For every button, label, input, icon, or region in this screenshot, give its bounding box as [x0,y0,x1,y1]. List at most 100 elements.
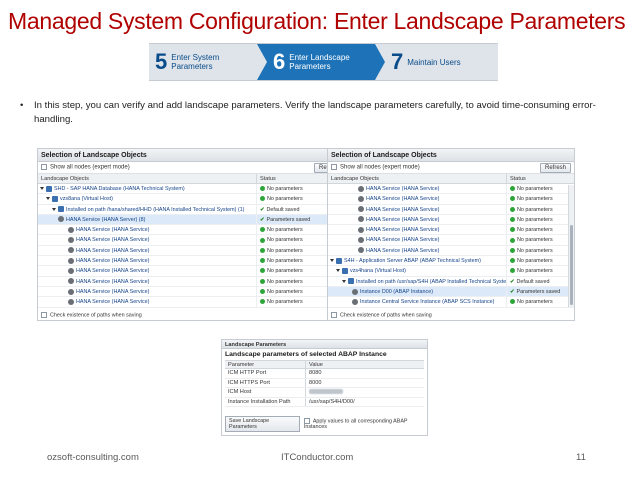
col-landscape-objects: Landscape Objects [41,176,89,182]
param-value[interactable]: 8080 [305,369,321,378]
step-number: 6 [273,49,286,74]
checkbox-icon[interactable] [331,311,337,318]
expand-arrow-icon[interactable] [52,207,56,211]
status-text: No parameters [517,299,553,306]
tree-row[interactable]: Instance Central Service Instance (ABAP … [328,297,574,308]
tree-node-label: HANA Service (HANA Service) [76,299,150,306]
status-dot-icon [510,258,515,264]
tree-node[interactable]: HANA Service (HANA Service) [38,287,256,296]
apply-all-option[interactable]: Apply values to all corresponding ABAP I… [303,417,427,430]
tree-row[interactable]: HANA Service (HANA Service) No parameters [328,184,574,195]
status-cell: ✔ Default saved [256,204,300,214]
tree-row[interactable]: HANA Service (HANA Service) No parameters [328,245,574,257]
tree-row[interactable]: HANA Service (HANA Service) No parameters [38,256,348,267]
tree-node[interactable]: vzs4hana (Virtual Host) [328,266,506,275]
tree-node[interactable]: HANA Service (HANA Service) [38,277,256,286]
expand-arrow-icon[interactable] [342,279,346,283]
tree-row[interactable]: HANA Service (HANA Service) No parameters [328,214,574,226]
tree-node[interactable]: HANA Service (HANA Service) [38,225,256,234]
tree-row[interactable]: HANA Service (HANA Service) No parameters [328,235,574,246]
check-paths-option[interactable]: Check existence of paths when saving [41,311,142,318]
checkbox-icon[interactable] [41,311,47,318]
param-value[interactable]: /usr/sap/S4H/D00/ [305,397,355,406]
tree-node[interactable]: Installed on path /hana/shared/HHD (HANA… [38,205,256,214]
expand-arrow-icon[interactable] [330,259,334,263]
refresh-button[interactable]: Refresh [539,162,571,173]
step-5[interactable]: 5 Enter System Parameters [149,43,267,81]
tree-row[interactable]: HANA Service (HANA Service) No parameters [38,235,348,246]
system-icon [58,206,64,213]
tree-row[interactable]: Instance D00 (ABAP Instance) ✔ Parameters … [328,286,574,298]
param-value-redacted[interactable] [305,388,343,397]
check-paths-option[interactable]: Check existence of paths when saving [331,311,432,318]
tree-rows: SHD - SAP HANA Database (HANA Technical … [38,184,348,308]
tree-row[interactable]: HANA Service (HANA Service) No parameters [328,225,574,236]
status-text: No parameters [267,237,303,244]
tree-row[interactable]: HANA Service (HANA Service) No parameters [38,266,348,277]
expand-arrow-icon[interactable] [40,187,44,191]
tree-node-label: HANA Service (HANA Service) [76,268,150,275]
tree-node[interactable]: SHD - SAP HANA Database (HANA Technical … [38,184,256,193]
step-number: 5 [155,49,168,74]
expand-arrow-icon[interactable] [46,197,50,201]
tree-node[interactable]: HANA Service (HANA Service) [328,194,506,203]
expand-arrow-icon[interactable] [336,269,340,273]
tree-row[interactable]: HANA Service (HANA Service) No parameters [328,204,574,215]
tree-row[interactable]: HANA Service (HANA Service) No parameters [38,245,348,257]
tree-row[interactable]: HANA Service (HANA Service) No parameters [328,194,574,205]
tree-row[interactable]: HANA Service (HANA Service) No parameters [38,276,348,287]
tree-node[interactable]: HANA Service (HANA Server) (8) [38,215,256,224]
step-6-active[interactable]: 6 Enter Landscape Parameters [257,43,385,81]
tree-node-label: S4H - Application Server ABAP (ABAP Tech… [344,258,481,265]
step-7[interactable]: 7 Maintain Users [375,43,498,81]
show-all-nodes-option[interactable]: Show all nodes (expert mode) [331,164,420,171]
tree-node[interactable]: HANA Service (HANA Service) [328,235,506,244]
status-text: No parameters [517,268,553,275]
status-cell: No parameters [506,214,553,225]
tree-node[interactable]: Installed on path /usr/sap/S4H (ABAP Ins… [328,277,506,286]
tree-node[interactable]: HANA Service (HANA Service) [328,184,506,193]
tree-row[interactable]: S4H - Application Server ABAP (ABAP Tech… [328,256,574,267]
tree-node[interactable]: Instance Central Service Instance (ABAP … [328,297,506,306]
status-dot-icon [260,299,265,305]
tree-node[interactable]: vzs8ana (Virtual Host) [38,194,256,203]
save-landscape-parameters-button[interactable]: Save Landscape Parameters [225,416,300,432]
param-value[interactable]: 8000 [305,378,321,387]
service-icon [358,247,364,254]
tree-node[interactable]: S4H - Application Server ABAP (ABAP Tech… [328,256,506,265]
show-all-nodes-option[interactable]: Show all nodes (expert mode) [41,164,130,171]
tree-node[interactable]: HANA Service (HANA Service) [328,246,506,255]
tree-node[interactable]: HANA Service (HANA Service) [38,235,256,244]
tree-node[interactable]: HANA Service (HANA Service) [328,215,506,224]
status-cell: No parameters [256,276,303,286]
step-chevron [257,44,267,80]
tree-node[interactable]: HANA Service (HANA Service) [38,297,256,306]
tree-row[interactable]: Installed on path /usr/sap/S4H (ABAP Ins… [328,276,574,287]
tree-row[interactable]: vzs8ana (Virtual Host) No parameters [38,194,348,205]
tree-row[interactable]: HANA Service (HANA Service) No parameters [38,225,348,236]
tree-row[interactable]: vzs4hana (Virtual Host) No parameters [328,266,574,277]
panel-toolbar: Show all nodes (expert mode) Refresh [328,162,574,174]
tree-node[interactable]: HANA Service (HANA Service) [38,266,256,275]
tree-row[interactable]: HANA Service (HANA Server) (8) ✔ Parameter… [38,214,348,226]
tree-row[interactable]: HANA Service (HANA Service) No parameters [38,286,348,298]
tree-node[interactable]: HANA Service (HANA Service) [38,256,256,265]
tree-row[interactable]: HANA Service (HANA Service) No parameters [38,297,348,308]
service-icon [68,298,74,305]
checkbox-icon[interactable] [41,164,47,171]
tree-node-label: HANA Service (HANA Service) [76,237,150,244]
vertical-scrollbar[interactable] [568,185,574,307]
tree-node[interactable]: HANA Service (HANA Service) [328,225,506,234]
tree-node[interactable]: HANA Service (HANA Service) [328,205,506,214]
tree-node[interactable]: HANA Service (HANA Service) [38,246,256,255]
scrollbar-thumb[interactable] [570,225,573,305]
tree-node-label: HANA Service (HANA Service) [76,227,150,234]
param-row: ICM HTTPS Port 8000 [225,378,424,388]
tree-row[interactable]: SHD - SAP HANA Database (HANA Technical … [38,184,348,195]
checkbox-icon[interactable] [303,417,310,424]
service-icon [358,195,364,202]
checkbox-icon[interactable] [331,164,337,171]
tree-node[interactable]: Instance D00 (ABAP Instance) [328,287,506,296]
tree-row[interactable]: Installed on path /hana/shared/HHD (HANA… [38,204,348,215]
status-text: No parameters [517,196,553,203]
